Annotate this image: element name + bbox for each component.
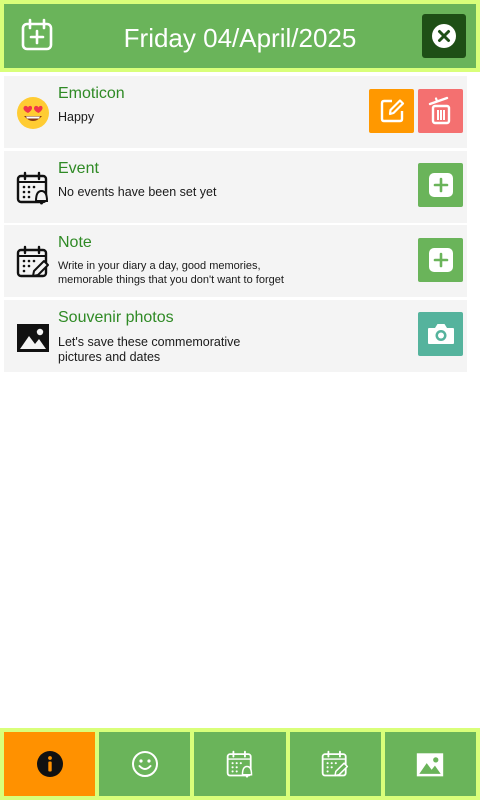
tab-event[interactable] [194, 732, 286, 796]
card-description: No events have been set yet [58, 185, 217, 199]
add-event-button[interactable] [418, 163, 463, 207]
edit-icon [380, 99, 404, 123]
trash-icon [428, 96, 450, 125]
bottom-tab-bar [0, 728, 480, 800]
calendar-plus-icon[interactable] [20, 18, 54, 52]
card-title: Event [58, 160, 99, 177]
image-icon [17, 324, 49, 352]
calendar-bell-icon [16, 171, 49, 205]
card-description-line2: memorable things that you don't want to … [58, 274, 284, 286]
calendar-bell-icon [226, 750, 253, 778]
image-icon [417, 753, 444, 777]
camera-icon [427, 324, 454, 344]
calendar-pencil-icon [321, 750, 349, 777]
card-description-line2: pictures and dates [58, 350, 161, 364]
close-icon [432, 24, 456, 48]
close-button[interactable] [422, 14, 466, 58]
card-title: Emoticon [58, 85, 125, 102]
delete-button[interactable] [418, 89, 463, 133]
tab-note[interactable] [289, 732, 381, 796]
info-icon [36, 751, 63, 777]
card-title: Note [58, 234, 92, 251]
heart-eyes-emoji-icon [17, 97, 49, 129]
calendar-pencil-icon [16, 245, 49, 278]
take-photo-button[interactable] [418, 312, 463, 356]
emoticon-card: Emoticon Happy [4, 76, 467, 148]
tab-emoticon[interactable] [99, 732, 191, 796]
tab-info[interactable] [4, 732, 96, 796]
card-description-line1: Write in your diary a day, good memories… [58, 260, 261, 272]
card-title: Souvenir photos [58, 309, 174, 326]
page-title: Friday 04/April/2025 [123, 23, 357, 53]
card-description: Happy [58, 110, 95, 124]
event-card: Event No events have been set yet [4, 151, 467, 223]
edit-button[interactable] [369, 89, 414, 133]
souvenir-photos-card: Souvenir photos Let's save these commemo… [4, 300, 467, 372]
card-description-line1: Let's save these commemorative [58, 335, 241, 349]
header-bar: Friday 04/April/2025 [0, 0, 480, 72]
note-card: Note Write in your diary a day, good mem… [4, 225, 467, 297]
plus-icon [428, 248, 453, 272]
smiley-icon [131, 751, 158, 777]
add-note-button[interactable] [418, 238, 463, 282]
plus-icon [428, 173, 453, 197]
tab-photos[interactable] [384, 732, 477, 796]
